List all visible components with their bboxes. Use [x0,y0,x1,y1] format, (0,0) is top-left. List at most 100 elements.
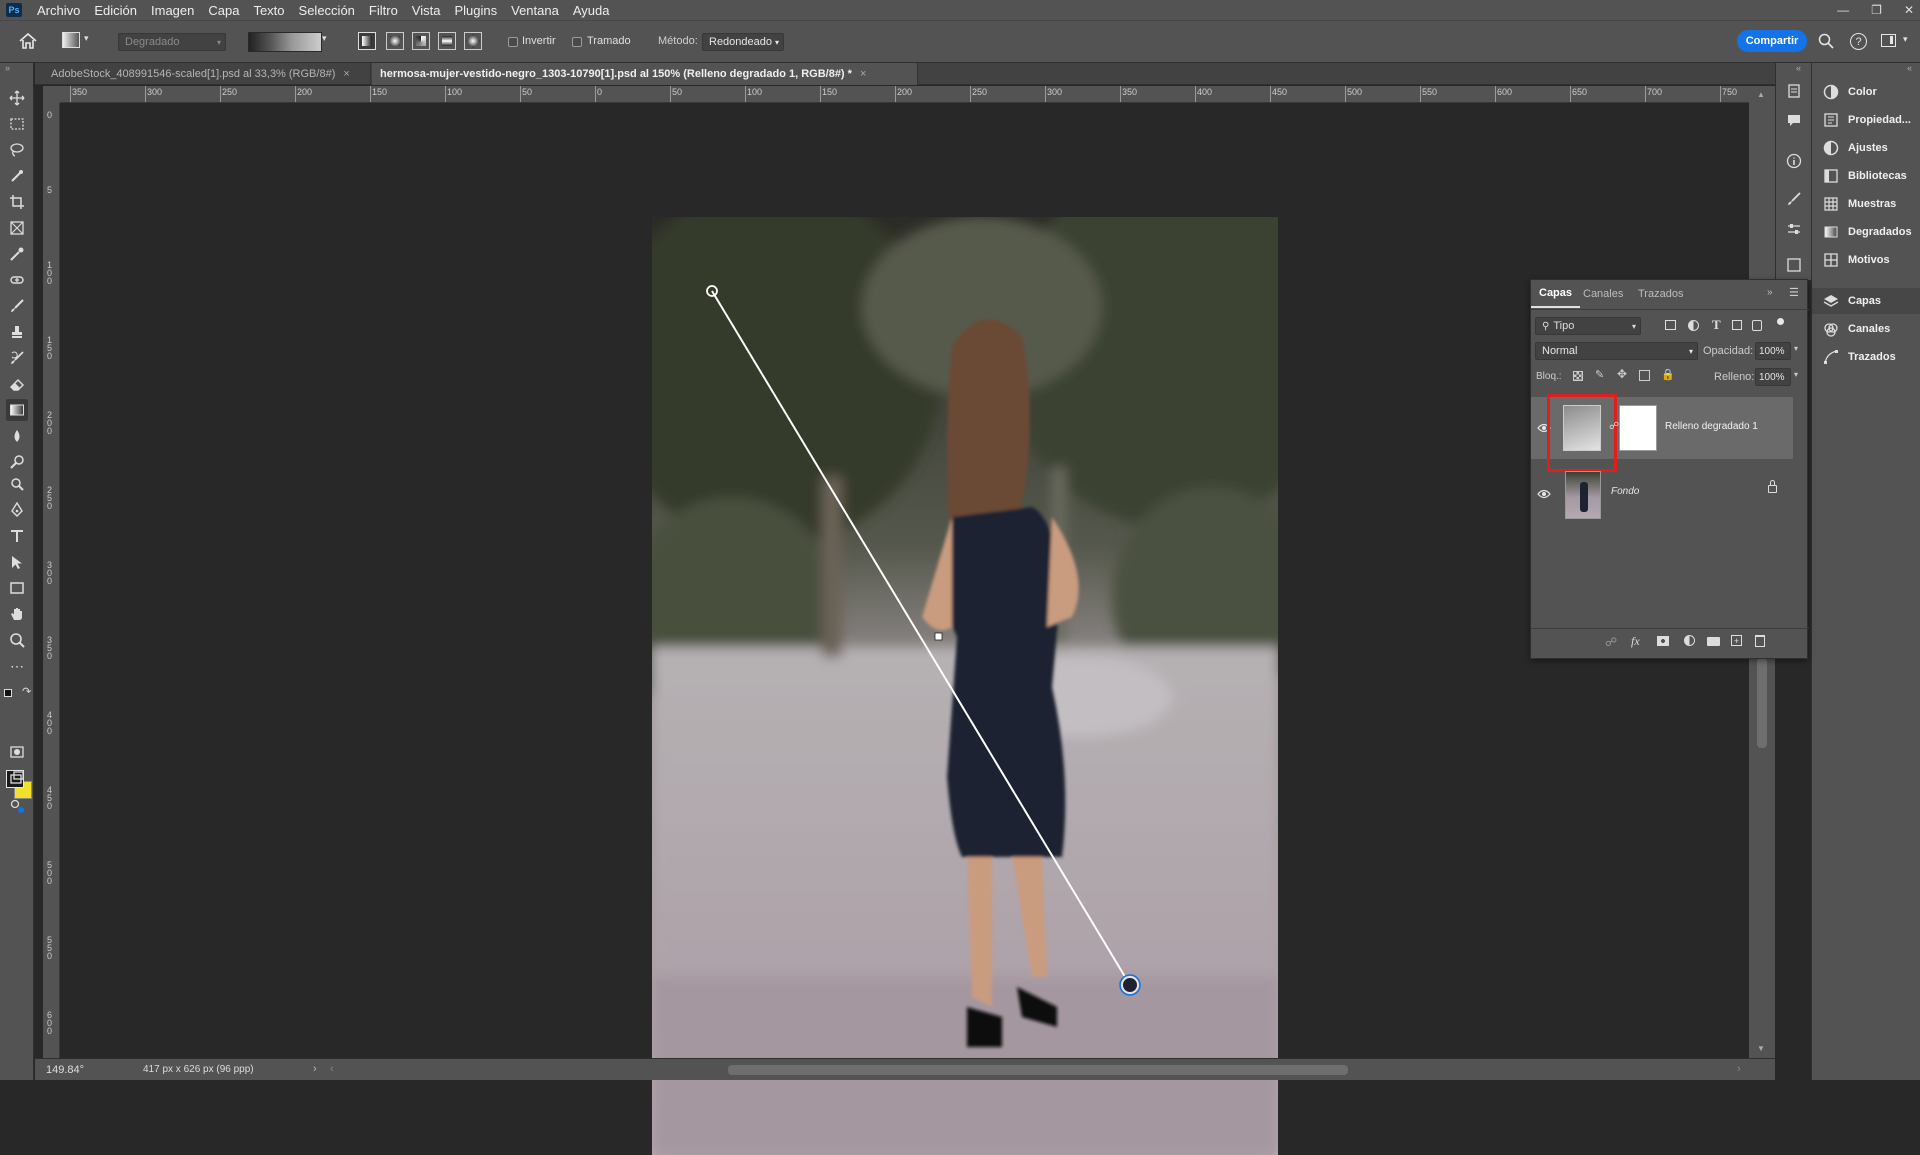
dock-item-color[interactable]: Color [1812,79,1920,105]
fx-icon[interactable]: fx [1631,634,1640,649]
home-icon[interactable] [18,32,38,50]
chevron-down-icon[interactable]: ▾ [322,33,327,44]
preset-field[interactable]: Degradado ▾ [118,33,226,51]
dodge-tool-icon[interactable] [6,451,28,473]
menu-edicion[interactable]: Edición [87,3,144,18]
share-review-icon[interactable] [6,795,28,817]
new-adjustment-icon[interactable] [1684,635,1695,646]
tab-trazados[interactable]: Trazados [1630,280,1691,308]
dock-item-properties[interactable]: Propiedad... [1812,107,1920,133]
more-tools-icon[interactable]: ⋯ [6,655,28,677]
horizontal-scrollbar-thumb[interactable] [728,1065,1348,1075]
dither-checkbox[interactable] [572,37,582,47]
menu-seleccion[interactable]: Selección [292,3,362,18]
gradient-picker[interactable] [248,32,322,52]
vertical-ruler[interactable]: 0 5 1 0 0 1 5 0 2 0 0 2 5 0 3 0 0 3 5 0 4 0 0 4 5… [43,103,60,1058]
dock-item-gradients[interactable]: Degradados [1812,219,1920,245]
tool-preset-icon[interactable] [62,32,80,48]
history-brush-tool-icon[interactable] [6,347,28,369]
crop-tool-icon[interactable] [6,191,28,213]
zoom-level[interactable]: 149.84° [46,1064,84,1076]
hand-tool-icon[interactable] [6,603,28,625]
collapse-dock-icon[interactable]: « [1907,63,1912,73]
document-photo[interactable] [652,217,1278,1155]
tab-canales[interactable]: Canales [1575,280,1631,308]
delete-layer-icon[interactable] [1755,635,1765,647]
brush-settings-icon[interactable] [1784,189,1804,209]
glyphs-icon[interactable] [1784,255,1804,275]
filter-type-icon[interactable]: T [1712,317,1721,333]
new-layer-icon[interactable]: + [1731,635,1742,646]
chevron-right-icon[interactable]: › [313,1063,317,1075]
collapse-toolbar-icon[interactable]: » [5,63,10,73]
clone-stamp-tool-icon[interactable] [6,321,28,343]
menu-ventana[interactable]: Ventana [504,3,566,18]
new-group-icon[interactable] [1707,637,1720,646]
link-layers-icon[interactable]: ☍ [1605,635,1617,649]
layer-row[interactable]: Fondo [1531,463,1793,525]
angle-gradient-button[interactable] [412,32,430,50]
layer-mask-thumbnail[interactable] [1619,405,1657,451]
diamond-gradient-button[interactable] [464,32,482,50]
menu-imagen[interactable]: Imagen [144,3,201,18]
dock-item-paths[interactable]: Trazados [1812,344,1920,370]
quick-selection-tool-icon[interactable] [6,165,28,187]
blend-mode-select[interactable]: Normal ▾ [1535,342,1698,360]
fill-field[interactable]: 100% [1755,368,1791,386]
visibility-eye-icon[interactable] [1537,489,1551,499]
menu-filtro[interactable]: Filtro [362,3,405,18]
comments-icon[interactable] [1784,110,1804,130]
linear-gradient-button[interactable] [358,32,376,50]
adjust-sliders-icon[interactable] [1784,219,1804,239]
menu-ayuda[interactable]: Ayuda [566,3,617,18]
tab-adobestock[interactable]: AdobeStock_408991546-scaled[1].psd al 33… [43,63,371,85]
opacity-field[interactable]: 100% [1755,342,1791,360]
canvas-area[interactable] [60,103,1749,1155]
layer-row[interactable]: ☍ Relleno degradado 1 [1531,394,1793,472]
radial-gradient-button[interactable] [386,32,404,50]
scroll-down-icon[interactable]: ▼ [1757,1044,1765,1053]
scroll-left-icon[interactable]: ‹ [330,1063,334,1075]
share-button[interactable]: Compartir [1737,30,1807,52]
gradient-tool-icon[interactable] [6,399,28,421]
info-icon[interactable] [1784,151,1804,171]
chevron-down-icon[interactable]: ▾ [84,33,89,44]
move-tool-icon[interactable] [6,87,28,109]
brush-tool-icon[interactable] [6,295,28,317]
chevron-down-icon[interactable]: ▾ [1903,34,1908,45]
healing-brush-tool-icon[interactable] [6,269,28,291]
dock-item-layers[interactable]: Capas [1812,288,1920,314]
scroll-right-icon[interactable]: › [1737,1063,1741,1075]
minimize-icon[interactable]: — [1837,3,1849,17]
panel-collapse-icon[interactable]: » [1767,287,1773,298]
pen-tool-icon[interactable] [6,499,28,521]
workspace-icon[interactable] [1881,34,1896,47]
history-icon[interactable] [1784,81,1804,101]
dock-item-patterns[interactable]: Motivos [1812,247,1920,273]
dock-item-adjustments[interactable]: Ajustes [1812,135,1920,161]
panel-menu-icon[interactable]: ☰ [1789,286,1799,299]
invert-checkbox[interactable] [508,37,518,47]
horizontal-ruler[interactable]: 350 300 250 200 150 100 50 0 50 100 150 200 250 300 35… [60,86,1749,103]
filter-pixel-icon[interactable] [1665,320,1676,330]
zoom-dodge-icon[interactable] [6,473,28,495]
filter-shape-icon[interactable] [1732,320,1742,330]
lock-artboard-icon[interactable] [1639,370,1650,381]
scroll-up-icon[interactable]: ▲ [1757,90,1765,99]
quick-mask-icon[interactable] [6,741,28,763]
close-icon[interactable]: ✕ [1904,3,1914,17]
screen-mode-icon[interactable] [6,767,28,789]
filter-adjustment-icon[interactable] [1688,320,1699,331]
tab-hermosa-mujer[interactable]: hermosa-mujer-vestido-negro_1303-10790[1… [372,63,918,85]
close-tab-icon[interactable]: × [343,68,349,80]
menu-vista[interactable]: Vista [405,3,448,18]
dock-item-libraries[interactable]: Bibliotecas [1812,163,1920,189]
close-tab-icon[interactable]: × [860,68,866,80]
method-select[interactable]: Redondeado ▾ [702,33,784,51]
type-tool-icon[interactable] [6,525,28,547]
document-info[interactable]: 417 px x 626 px (96 ppp) [143,1064,254,1075]
rectangle-tool-icon[interactable] [6,577,28,599]
search-icon[interactable] [1818,33,1834,52]
lasso-tool-icon[interactable] [6,139,28,161]
scrollbar-thumb[interactable] [1757,658,1767,748]
